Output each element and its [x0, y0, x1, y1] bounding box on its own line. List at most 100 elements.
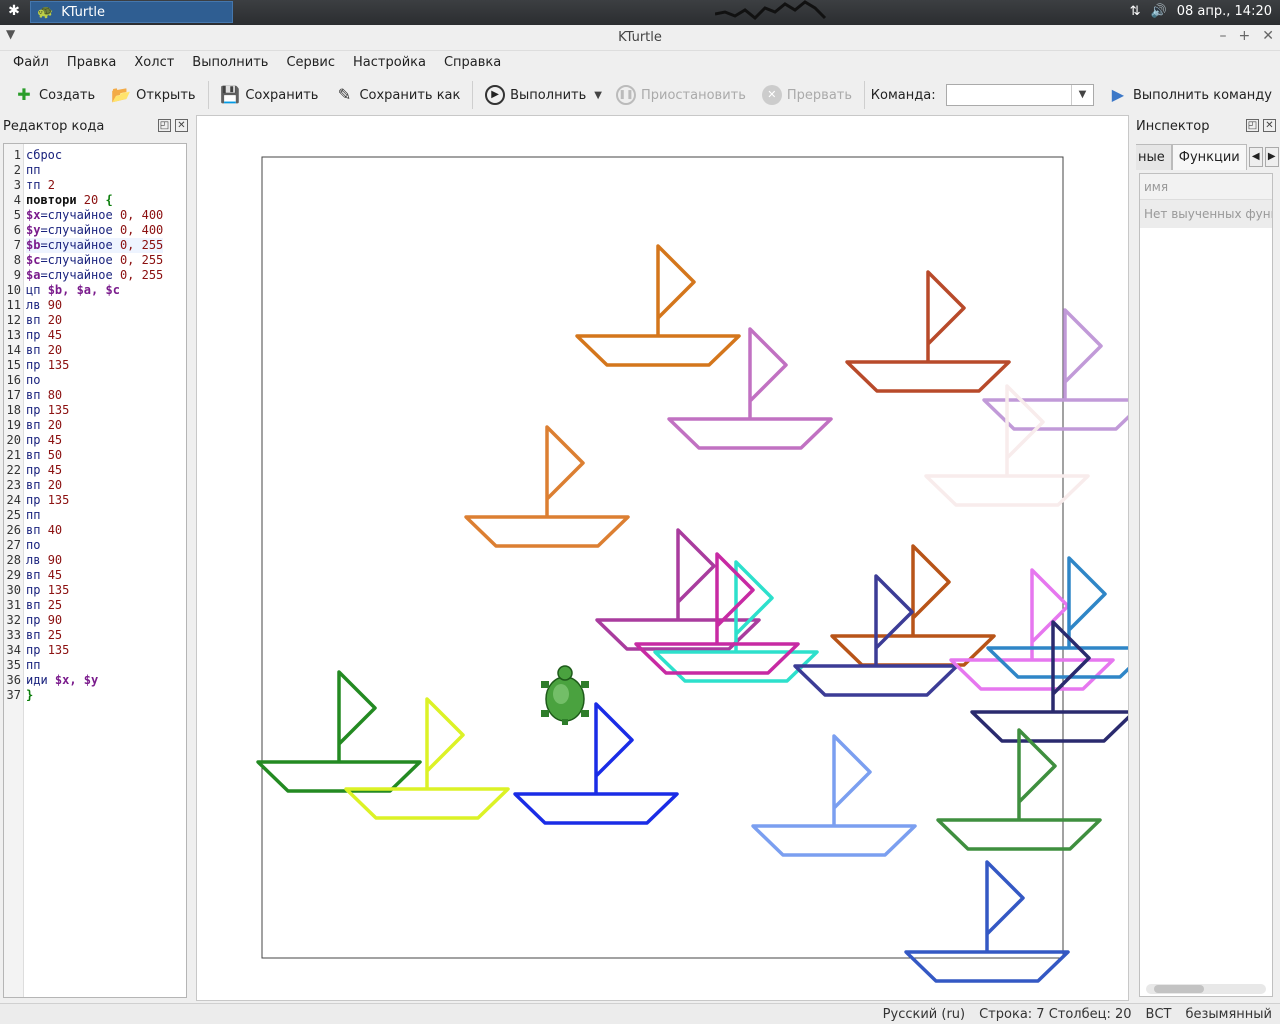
- turtle-canvas[interactable]: [196, 115, 1129, 1001]
- open-button[interactable]: 📂 Открыть: [103, 80, 203, 110]
- save-as-label: Сохранить как: [359, 87, 461, 103]
- functions-list[interactable]: имя Нет выученных функций: [1139, 173, 1273, 997]
- code-editor[interactable]: 1 2 3 4 5 6 7 8 9 10 11 12 13 14 15 16 17 18 19 20 21 22 23 24 2…: [3, 143, 187, 998]
- menu-canvas[interactable]: Холст: [125, 52, 183, 74]
- code-editor-dock: Редактор кода ◰ ✕ 1 2 3 4 5 6 7 8 9 10 11 12 13 14 15 1…: [0, 115, 192, 1003]
- code-line[interactable]: вп 20: [26, 343, 163, 358]
- close-icon[interactable]: ✕: [175, 119, 188, 132]
- code-line[interactable]: вп 45: [26, 568, 163, 583]
- code-line[interactable]: иди $x, $y: [26, 673, 163, 688]
- network-icon[interactable]: ⇅: [1130, 4, 1141, 19]
- code-line[interactable]: пр 135: [26, 358, 163, 373]
- line-number: 28: [6, 553, 21, 567]
- command-input[interactable]: ▼: [945, 84, 1094, 106]
- clock[interactable]: 08 апр., 14:20: [1177, 4, 1272, 19]
- empty-functions-text: Нет выученных функций: [1140, 200, 1272, 228]
- abort-button[interactable]: ✕ Прервать: [754, 80, 860, 110]
- save-button[interactable]: 💾 Сохранить: [212, 80, 326, 110]
- close-icon[interactable]: ✕: [1262, 28, 1274, 44]
- tab-variables[interactable]: ные: [1136, 144, 1172, 170]
- boat-drawing: [344, 697, 510, 820]
- inspector-dock-title: Инспектор ◰ ✕: [1133, 115, 1280, 137]
- code-line[interactable]: $b=случайное 0, 255: [26, 238, 164, 253]
- run-command-button[interactable]: ▶ Выполнить команду: [1100, 80, 1280, 110]
- cpu-graph-icon: [715, 0, 827, 21]
- line-number: 13: [6, 328, 21, 342]
- code-line[interactable]: пр 45: [26, 463, 163, 478]
- menu-help[interactable]: Справка: [435, 52, 510, 74]
- code-line[interactable]: вп 25: [26, 628, 163, 643]
- code-line[interactable]: пр 135: [26, 583, 163, 598]
- taskbar-button[interactable]: 🐢 KTurtle: [30, 1, 233, 23]
- new-button[interactable]: ✚ Создать: [6, 80, 103, 110]
- code-line[interactable]: пп: [26, 658, 163, 673]
- float-icon[interactable]: ◰: [1246, 119, 1259, 132]
- menu-run[interactable]: Выполнить: [183, 52, 277, 74]
- boat-drawing: [924, 384, 1090, 507]
- line-number: 11: [6, 298, 21, 312]
- volume-icon[interactable]: 🔊: [1151, 4, 1167, 19]
- code-line[interactable]: вп 50: [26, 448, 163, 463]
- tab-functions[interactable]: Функции: [1171, 144, 1247, 170]
- code-line[interactable]: вп 20: [26, 418, 163, 433]
- code-line[interactable]: цп $b, $a, $c: [26, 283, 163, 298]
- line-number: 25: [6, 508, 21, 522]
- pause-icon: ❚❚: [615, 85, 636, 105]
- code-line[interactable]: $c=случайное 0, 255: [26, 253, 163, 268]
- line-number: 2: [13, 163, 21, 177]
- line-number: 14: [6, 343, 21, 357]
- boat-drawing: [751, 734, 917, 857]
- run-speed-dropdown-icon[interactable]: ▼: [594, 90, 602, 101]
- chevron-down-icon[interactable]: ▼: [1070, 85, 1093, 105]
- code-line[interactable]: пр 135: [26, 643, 163, 658]
- code-line[interactable]: $y=случайное 0, 400: [26, 223, 163, 238]
- pause-button[interactable]: ❚❚ Приостановить: [608, 80, 754, 110]
- code-line[interactable]: по: [26, 373, 163, 388]
- code-line[interactable]: повтори 20 {: [26, 193, 163, 208]
- code-line[interactable]: вп 40: [26, 523, 163, 538]
- minimize-icon[interactable]: –: [1220, 28, 1227, 44]
- app-menu-icon[interactable]: ✱: [4, 3, 24, 22]
- line-number: 22: [6, 463, 21, 477]
- code-line[interactable]: лв 90: [26, 298, 163, 313]
- code-line[interactable]: пр 90: [26, 613, 163, 628]
- code-line[interactable]: пр 45: [26, 433, 163, 448]
- line-number: 31: [6, 598, 21, 612]
- column-header-name[interactable]: имя: [1140, 174, 1272, 200]
- open-label: Открыть: [136, 87, 196, 103]
- code-line[interactable]: }: [26, 688, 163, 703]
- code-line[interactable]: $x=случайное 0, 400: [26, 208, 163, 223]
- code-line[interactable]: вп 80: [26, 388, 163, 403]
- code-line[interactable]: пп: [26, 163, 163, 178]
- boat-drawing: [464, 425, 630, 548]
- scrollbar-thumb[interactable]: [1154, 985, 1204, 993]
- code-line[interactable]: вп 25: [26, 598, 163, 613]
- code-line[interactable]: вп 20: [26, 478, 163, 493]
- editor-dock-title: Редактор кода ◰ ✕: [0, 115, 192, 137]
- tab-scroll-left-icon[interactable]: ◀: [1248, 147, 1263, 167]
- code-text[interactable]: сброс пп тп 2 повтори 20 {$x=случайное 0, 4…: [24, 144, 164, 997]
- menu-edit[interactable]: Правка: [58, 52, 125, 74]
- maximize-icon[interactable]: +: [1239, 28, 1251, 44]
- code-line[interactable]: пр 135: [26, 403, 163, 418]
- menu-tools[interactable]: Сервис: [277, 52, 344, 74]
- code-line[interactable]: тп 2: [26, 178, 163, 193]
- run-button[interactable]: ▶ Выполнить: [477, 80, 594, 110]
- code-line[interactable]: пр 135: [26, 493, 163, 508]
- code-line[interactable]: лв 90: [26, 553, 163, 568]
- float-icon[interactable]: ◰: [158, 119, 171, 132]
- boat-drawing: [513, 702, 679, 825]
- code-line[interactable]: вп 20: [26, 313, 163, 328]
- menu-settings[interactable]: Настройка: [344, 52, 435, 74]
- menu-file[interactable]: Файл: [4, 52, 58, 74]
- code-line[interactable]: пр 45: [26, 328, 163, 343]
- code-line[interactable]: пп: [26, 508, 163, 523]
- tab-scroll-right-icon[interactable]: ▶: [1264, 147, 1279, 167]
- horizontal-scrollbar[interactable]: [1146, 984, 1266, 994]
- code-line[interactable]: по: [26, 538, 163, 553]
- code-line[interactable]: сброс: [26, 148, 163, 163]
- close-icon[interactable]: ✕: [1263, 119, 1276, 132]
- code-line[interactable]: $a=случайное 0, 255: [26, 268, 163, 283]
- line-number: 4: [13, 193, 21, 207]
- save-as-button[interactable]: ✎ Сохранить как: [326, 80, 468, 110]
